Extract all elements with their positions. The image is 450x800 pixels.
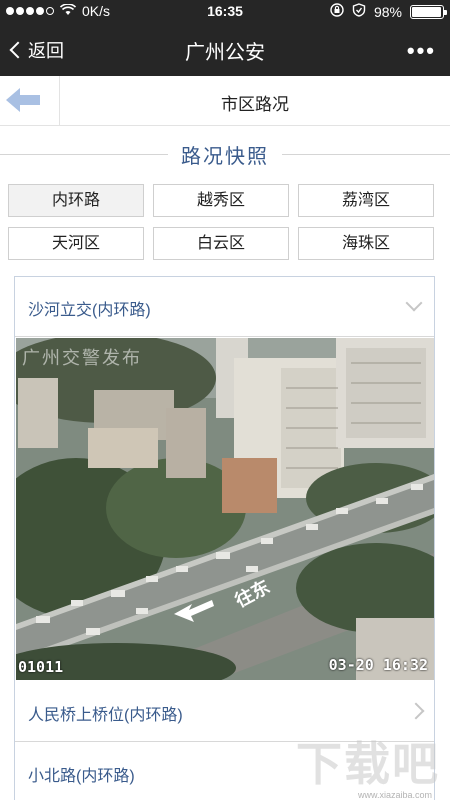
camera-item-label: 小北路(内环路) [28,768,135,785]
more-options-button[interactable]: ••• [407,38,436,64]
chevron-down-icon [405,294,423,312]
battery-fill [412,6,442,17]
section-title: 路况快照 [0,140,450,174]
camera-list: 沙河立交(内环路) 广州交警发布 往东 01011 03-20 16:32 人民… [14,276,435,800]
arrow-left-icon [6,88,40,112]
camera-item-label: 人民桥上桥位(内环路) [28,707,183,724]
district-button-haizhu[interactable]: 海珠区 [298,227,434,260]
battery-icon [410,4,447,19]
camera-item-shahe-interchange[interactable]: 沙河立交(内环路) [15,277,434,337]
nav-title: 广州公安 [185,42,265,64]
battery-percent: 98% [373,3,402,20]
snapshot-watermark: 广州交警发布 [22,348,142,368]
sub-header: 市区路况 [0,76,450,126]
status-right: 98% [330,3,447,20]
district-button-yuexiu[interactable]: 越秀区 [153,184,289,217]
snapshot-timestamp: 03-20 16:32 [328,656,428,674]
status-bar: 0K/s 16:35 98% [0,0,450,24]
site-watermark-url: www.xiazaiba.com [357,790,432,800]
location-shield-icon [352,3,366,20]
snapshot-camera-id: 01011 [18,658,64,676]
orientation-lock-icon [330,3,344,20]
traffic-snapshot-image: 广州交警发布 往东 01011 03-20 16:32 [16,338,434,680]
site-watermark-logo: 下载吧 [296,738,440,790]
district-button-inner-ring[interactable]: 内环路 [8,184,144,217]
nav-bar: 返回 广州公安 ••• [0,24,450,76]
district-button-baiyun[interactable]: 白云区 [153,227,289,260]
district-button-liwan[interactable]: 荔湾区 [298,184,434,217]
back-arrow-button[interactable] [0,76,60,126]
page-subtitle: 市区路况 [221,95,289,114]
camera-item-label: 沙河立交(内环路) [28,302,151,319]
chevron-right-icon [407,702,425,720]
district-button-tianhe[interactable]: 天河区 [8,227,144,260]
